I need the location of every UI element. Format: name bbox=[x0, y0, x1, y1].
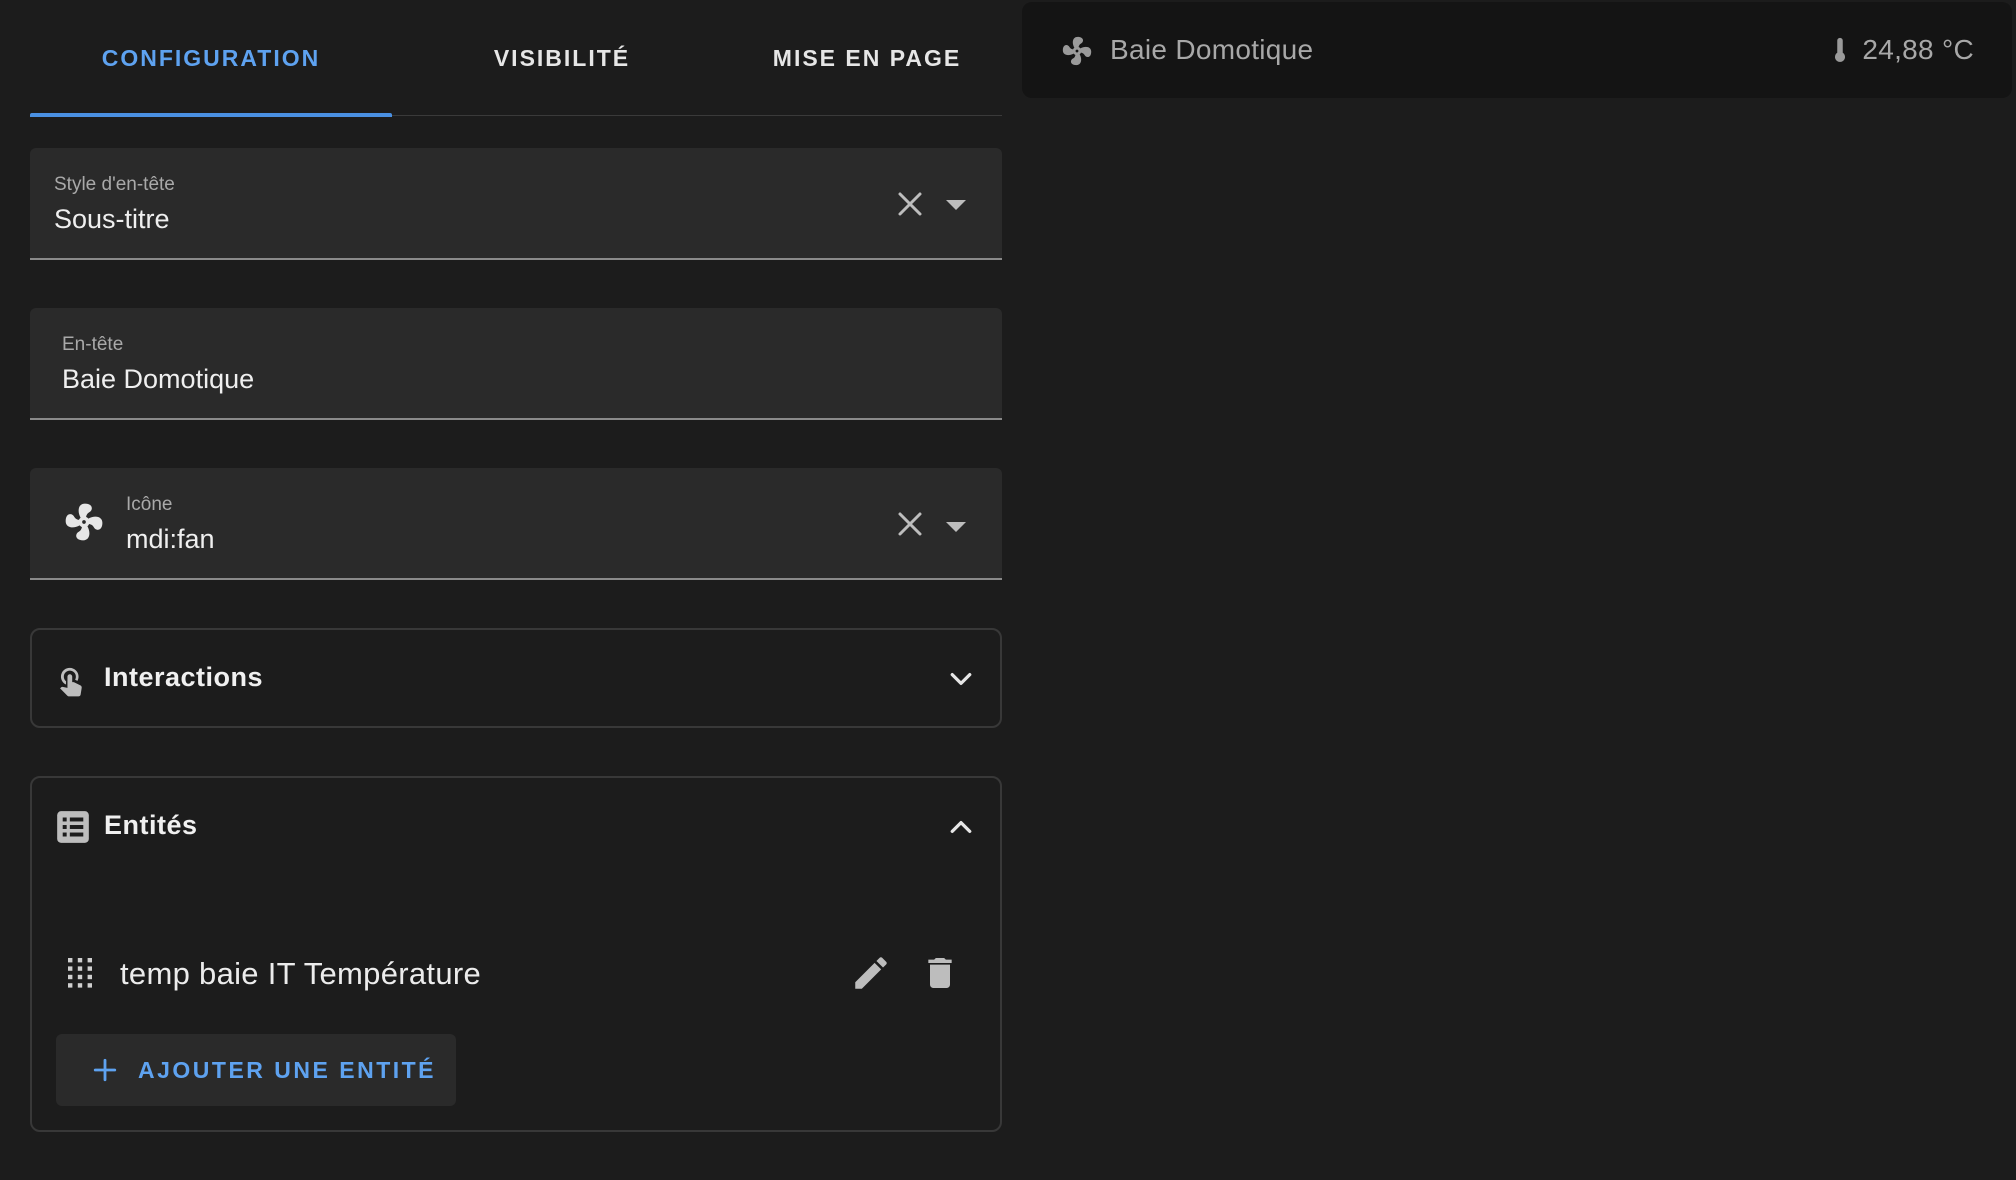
header-style-value: Sous-titre bbox=[54, 204, 170, 234]
preview-title: Baie Domotique bbox=[1110, 34, 1314, 65]
icon-picker[interactable]: Icône mdi:fan bbox=[30, 468, 1002, 580]
temperature-value: 24,88 °C bbox=[1862, 34, 1974, 65]
header-style-dropdown-icon[interactable] bbox=[946, 200, 966, 210]
icon-dropdown-icon[interactable] bbox=[946, 522, 966, 532]
header-style-select[interactable]: Style d'en-tête Sous-titre bbox=[30, 148, 1002, 260]
entities-header[interactable]: Entités bbox=[32, 778, 1000, 878]
trash-icon[interactable] bbox=[920, 952, 960, 994]
clear-icon-icon[interactable] bbox=[894, 508, 926, 540]
chevron-up-icon[interactable] bbox=[946, 812, 976, 842]
card-editor-screen: CONFIGURATION VISIBILITÉ MISE EN PAGE St… bbox=[0, 0, 2016, 1180]
gesture-tap-icon bbox=[60, 667, 82, 697]
heading-value: Baie Domotique bbox=[62, 364, 255, 394]
entities-title: Entités bbox=[104, 810, 198, 840]
editor-tabs: CONFIGURATION VISIBILITÉ MISE EN PAGE bbox=[30, 0, 1002, 117]
add-entity-label: AJOUTER UNE ENTITÉ bbox=[138, 1056, 437, 1083]
plus-icon bbox=[93, 1058, 117, 1082]
entity-name: temp baie IT Température bbox=[120, 956, 482, 991]
fan-icon bbox=[1062, 36, 1092, 66]
card-editor: CONFIGURATION VISIBILITÉ MISE EN PAGE St… bbox=[30, 0, 1002, 1132]
interactions-panel: Interactions bbox=[30, 628, 1002, 728]
tab-layout[interactable]: MISE EN PAGE bbox=[732, 0, 1002, 116]
entities-panel: Entités temp baie IT Température AJOUTER… bbox=[30, 776, 1002, 1132]
drag-handle-icon[interactable] bbox=[68, 958, 92, 988]
interactions-header[interactable]: Interactions bbox=[32, 630, 1000, 726]
header-style-label: Style d'en-tête bbox=[54, 174, 175, 195]
tab-visibility[interactable]: VISIBILITÉ bbox=[392, 0, 732, 116]
entity-row: temp baie IT Température bbox=[32, 938, 1000, 1008]
card-preview[interactable]: Baie Domotique 24,88 °C bbox=[1022, 2, 2012, 98]
pencil-icon[interactable] bbox=[850, 952, 892, 994]
tab-configuration[interactable]: CONFIGURATION bbox=[30, 0, 392, 117]
add-entity-button[interactable]: AJOUTER UNE ENTITÉ bbox=[56, 1034, 456, 1106]
heading-label: En-tête bbox=[62, 334, 124, 355]
interactions-title: Interactions bbox=[104, 662, 264, 692]
thermometer-icon bbox=[1835, 37, 1845, 62]
list-box-icon bbox=[57, 811, 89, 843]
heading-text-field[interactable]: En-tête Baie Domotique bbox=[30, 308, 1002, 420]
icon-label: Icône bbox=[126, 494, 173, 515]
fan-icon bbox=[65, 503, 103, 541]
icon-value: mdi:fan bbox=[126, 524, 215, 554]
chevron-down-icon[interactable] bbox=[946, 664, 976, 694]
clear-header-style-icon[interactable] bbox=[894, 188, 926, 220]
